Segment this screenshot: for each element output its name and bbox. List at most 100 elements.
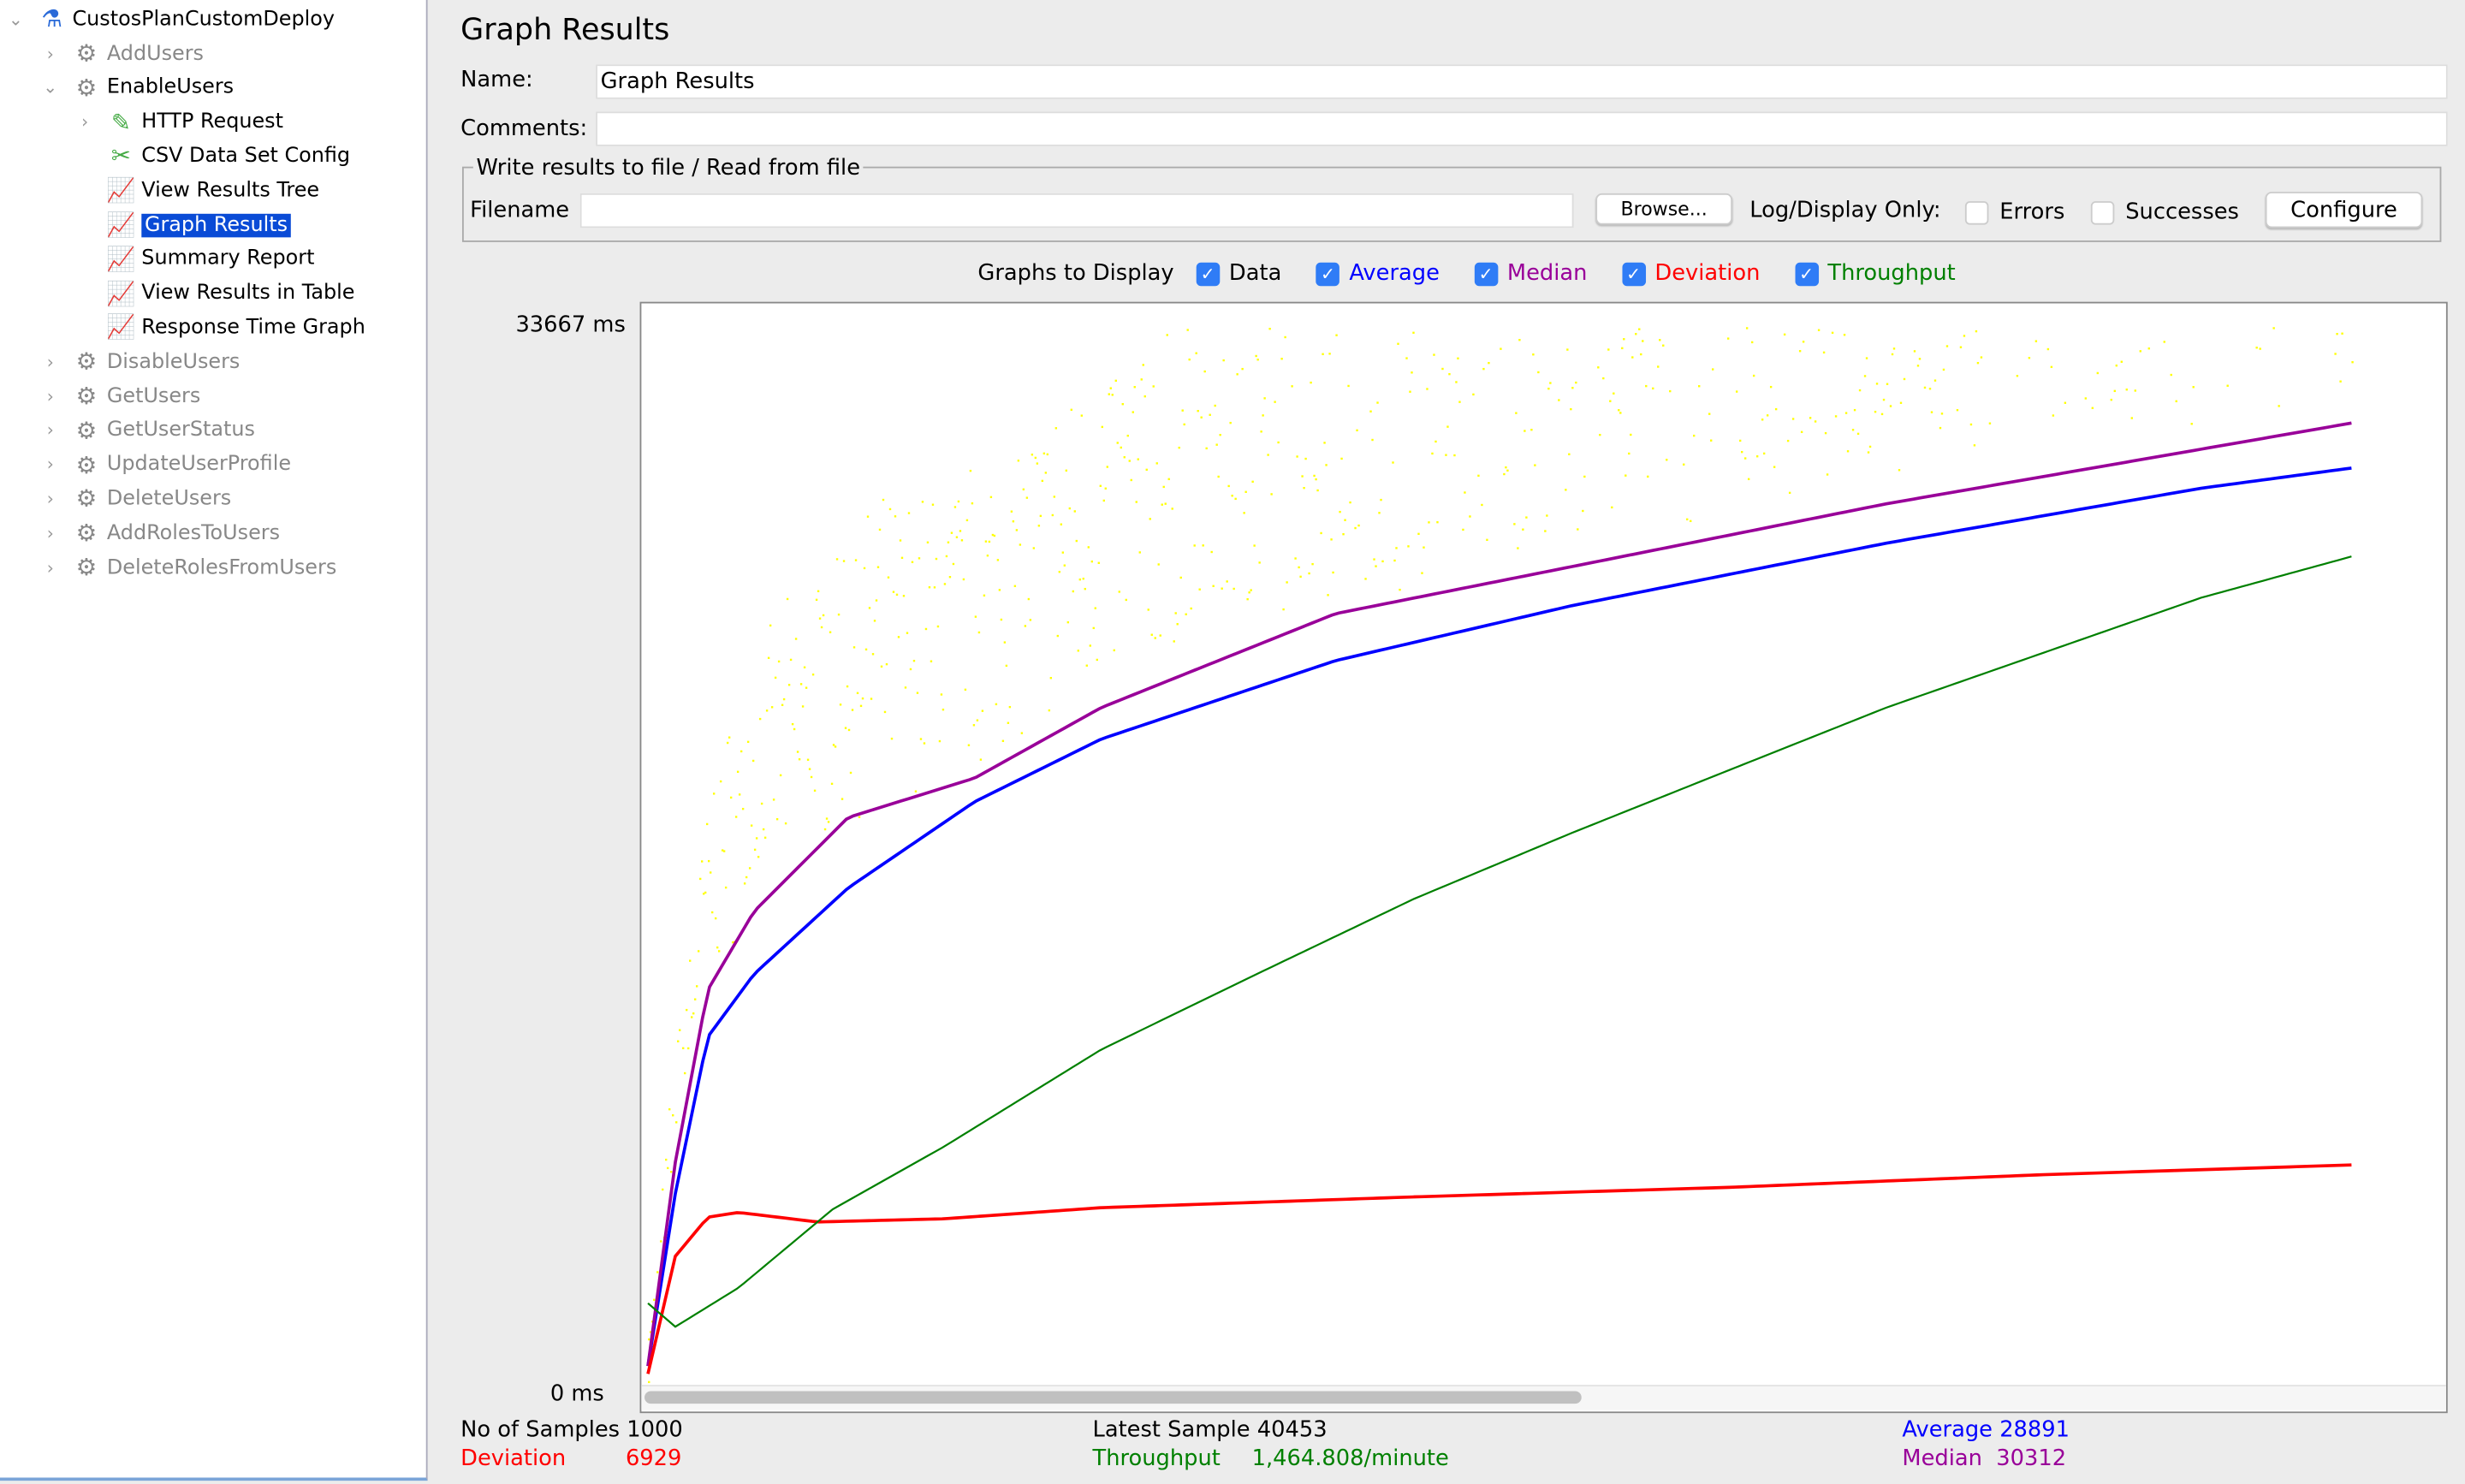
- data-point: [740, 750, 743, 753]
- data-point: [1140, 378, 1143, 381]
- chevron-right-icon[interactable]: ›: [41, 352, 60, 372]
- data-point: [1123, 456, 1126, 459]
- tree-item-label: GetUserStatus: [106, 418, 255, 442]
- data-point: [2125, 389, 2128, 391]
- data-point: [863, 567, 866, 570]
- data-point: [1577, 528, 1579, 531]
- tree-item-label: GetUsers: [106, 384, 201, 408]
- data-point: [858, 816, 861, 818]
- graph-average-checkbox[interactable]: ✓: [1316, 261, 1340, 286]
- data-point: [782, 697, 786, 701]
- data-point: [1251, 480, 1254, 484]
- tree-item[interactable]: › ⚙ DeleteUsers: [41, 484, 231, 515]
- data-point: [1882, 398, 1886, 401]
- data-point: [1524, 430, 1526, 432]
- tree-item[interactable]: › ⚙ AddUsers: [41, 38, 204, 69]
- data-point: [1164, 502, 1167, 505]
- tree-item-label: DeleteRolesFromUsers: [106, 555, 337, 579]
- chevron-right-icon[interactable]: ›: [41, 489, 60, 509]
- tree-item[interactable]: › ⚙ GetUserStatus: [41, 415, 255, 447]
- chevron-right-icon[interactable]: ›: [41, 386, 60, 407]
- chevron-right-icon[interactable]: ›: [41, 557, 60, 578]
- tree-item[interactable]: › ⚙ DisableUsers: [41, 346, 241, 377]
- data-point: [1097, 561, 1100, 564]
- tree-item[interactable]: › ⚙ AddRolesToUsers: [41, 518, 280, 549]
- tree-item[interactable]: › ✎ HTTP Request: [75, 106, 283, 138]
- data-point: [959, 530, 962, 532]
- data-point: [1037, 525, 1041, 527]
- data-point: [921, 501, 924, 503]
- data-point: [1025, 496, 1029, 499]
- data-point: [1875, 383, 1879, 385]
- errors-checkbox[interactable]: [1964, 201, 1989, 225]
- data-point: [1407, 545, 1410, 548]
- graph-deviation-checkbox[interactable]: ✓: [1621, 261, 1646, 286]
- data-point: [665, 1158, 668, 1161]
- data-point: [919, 738, 923, 740]
- chevron-right-icon[interactable]: ›: [41, 44, 60, 64]
- tree-item[interactable]: › ⚙ UpdateUserProfile: [41, 449, 291, 481]
- data-point: [1853, 408, 1856, 412]
- data-point: [1167, 478, 1170, 481]
- data-point: [1426, 388, 1429, 390]
- filename-input[interactable]: [579, 193, 1574, 229]
- gear-icon: ⚙: [75, 484, 98, 513]
- tree-item[interactable]: 📈 Response Time Graph: [75, 312, 365, 343]
- data-point: [1017, 460, 1020, 462]
- graph-data-checkbox[interactable]: ✓: [1196, 261, 1220, 286]
- tree-item-label: DisableUsers: [106, 350, 241, 374]
- data-point: [813, 789, 817, 792]
- chevron-down-icon[interactable]: ⌄: [6, 9, 25, 29]
- data-point: [1975, 329, 1978, 333]
- data-point: [1642, 340, 1644, 342]
- data-point: [1693, 434, 1696, 437]
- tree-item[interactable]: 📈 View Results Tree: [75, 175, 319, 206]
- data-point: [923, 742, 926, 745]
- tree-item[interactable]: › ⚙ GetUsers: [41, 380, 201, 412]
- tree-item[interactable]: ⌄ ⚙ EnableUsers: [41, 72, 234, 104]
- data-point: [1515, 412, 1518, 414]
- data-point: [1669, 389, 1672, 393]
- data-point: [1747, 478, 1750, 481]
- browse-button[interactable]: Browse...: [1595, 193, 1733, 225]
- y-max-label: 33667 ms: [515, 312, 626, 338]
- tree-item-label: CSV Data Set Config: [141, 144, 351, 169]
- data-point: [2034, 340, 2038, 342]
- data-point: [750, 824, 753, 827]
- data-point: [1084, 587, 1087, 591]
- successes-checkbox[interactable]: [2090, 201, 2115, 225]
- data-point: [945, 555, 948, 558]
- tree-item[interactable]: 📈 View Results in Table: [75, 277, 354, 309]
- data-point: [1108, 393, 1110, 395]
- graph-throughput-checkbox[interactable]: ✓: [1794, 261, 1819, 286]
- chevron-right-icon[interactable]: ›: [41, 454, 60, 475]
- tree-root[interactable]: ⌄ ⚗ CustosPlanCustomDeploy: [6, 3, 335, 35]
- data-point: [883, 710, 887, 714]
- comments-input[interactable]: [596, 111, 2448, 146]
- chevron-right-icon[interactable]: ›: [41, 523, 60, 543]
- data-point: [875, 599, 878, 602]
- tree-item[interactable]: 📈 Summary Report: [75, 243, 314, 275]
- graph-median-checkbox[interactable]: ✓: [1474, 261, 1498, 286]
- horizontal-scrollbar[interactable]: [641, 1385, 2446, 1410]
- data-point: [1375, 565, 1377, 567]
- chevron-right-icon[interactable]: ›: [41, 420, 60, 441]
- configure-button[interactable]: Configure: [2265, 192, 2423, 229]
- data-point: [1210, 550, 1213, 554]
- data-point: [1399, 588, 1401, 591]
- data-point: [962, 578, 965, 581]
- data-point: [1077, 650, 1080, 652]
- tree-item[interactable]: 📈 Graph Results: [75, 209, 291, 240]
- data-point: [736, 770, 740, 774]
- name-input[interactable]: Graph Results: [596, 64, 2448, 99]
- chevron-right-icon[interactable]: ›: [75, 112, 94, 133]
- chevron-down-icon[interactable]: ⌄: [41, 78, 60, 98]
- test-plan-tree[interactable]: ⌄ ⚗ CustosPlanCustomDeploy › ⚙ AddUsers ⌄ ⚙ E…: [0, 0, 428, 1481]
- data-point: [1500, 347, 1502, 350]
- data-point: [1826, 473, 1829, 476]
- data-point: [1621, 347, 1624, 350]
- tree-item[interactable]: ✂ CSV Data Set Config: [75, 140, 350, 172]
- data-point: [762, 828, 765, 831]
- tree-item[interactable]: › ⚙ DeleteRolesFromUsers: [41, 552, 337, 584]
- scrollbar-thumb[interactable]: [644, 1391, 1582, 1404]
